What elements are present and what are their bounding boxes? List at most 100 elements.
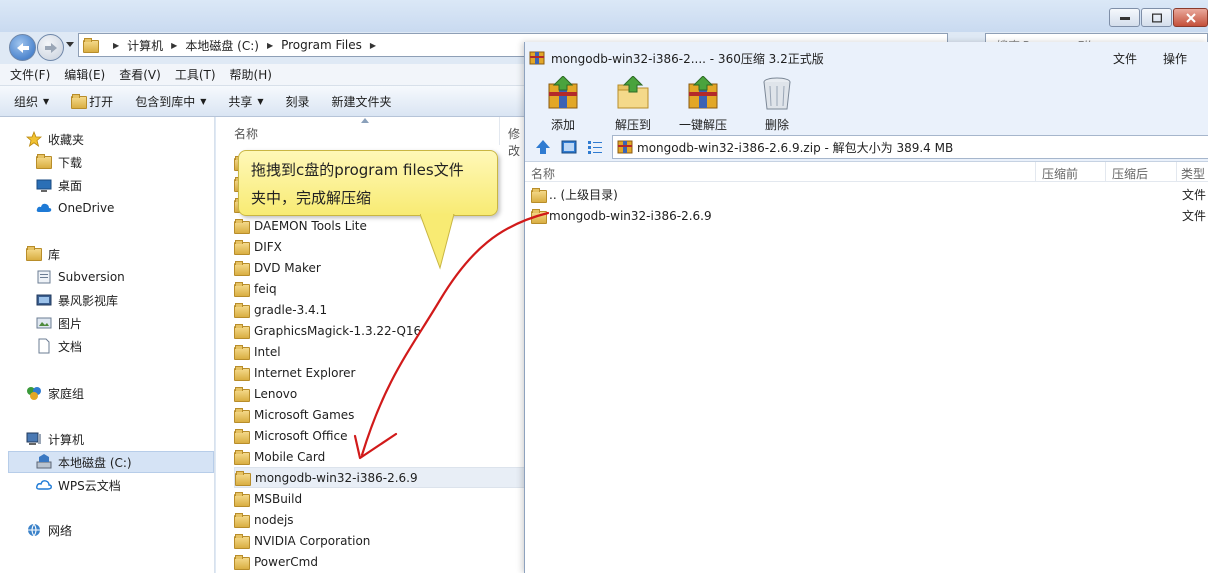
chevron-right-icon[interactable]: ▶	[113, 41, 119, 50]
zip-path-text: mongodb-win32-i386-2.6.9.zip - 解包大小为 389…	[637, 140, 954, 155]
list-item[interactable]: GraphicsMagick-1.3.22-Q1620	[234, 320, 538, 341]
list-item[interactable]: feiq20	[234, 278, 538, 299]
share-button[interactable]: 共享 ▼	[228, 93, 263, 110]
menu-help[interactable]: 帮助(H)	[230, 66, 272, 83]
nav-item-favorites[interactable]: 收藏夹	[26, 129, 84, 149]
nav-item-pictures[interactable]: 图片	[36, 313, 82, 333]
folder-icon	[234, 428, 250, 444]
zip-menu-operations[interactable]: 操作	[1163, 50, 1187, 67]
zip-column-type[interactable]: 类型	[1181, 165, 1205, 182]
list-item[interactable]: Lenovo20	[234, 383, 538, 404]
new-folder-button[interactable]: 新建文件夹	[332, 93, 392, 110]
list-item-name: NVIDIA Corporation	[254, 533, 371, 548]
nav-item-wps[interactable]: WPS云文档	[36, 475, 121, 495]
chevron-right-icon[interactable]: ▶	[370, 41, 376, 50]
library-icon	[26, 246, 42, 262]
nav-item-onedrive[interactable]: OneDrive	[36, 198, 114, 218]
breadcrumb-computer[interactable]: 计算机	[127, 37, 163, 54]
list-item[interactable]: DAEMON Tools Lite20	[234, 215, 538, 236]
list-item[interactable]: gradle-3.4.120	[234, 299, 538, 320]
burn-label: 刻录	[285, 94, 310, 109]
nav-item-homegroup[interactable]: 家庭组	[26, 383, 84, 403]
list-item[interactable]: Internet Explorer20	[234, 362, 538, 383]
organize-button[interactable]: 组织 ▼	[14, 93, 49, 110]
zip-column-compressed-after[interactable]: 压缩后	[1112, 165, 1148, 182]
nav-item-local-disk[interactable]: 本地磁盘 (C:)	[36, 452, 132, 472]
nav-item-libraries[interactable]: 库	[26, 244, 60, 264]
recent-pages-dropdown-icon[interactable]	[66, 42, 74, 48]
column-header-name[interactable]: 名称	[234, 125, 258, 142]
chevron-right-icon[interactable]: ▶	[267, 41, 273, 50]
maximize-button[interactable]	[1141, 8, 1172, 27]
list-item[interactable]: Intel20	[234, 341, 538, 362]
one-click-extract-button[interactable]: 一键解压	[679, 76, 727, 133]
extract-to-label: 解压到	[615, 118, 652, 132]
list-item-name: feiq	[254, 281, 277, 296]
zip-window: mongodb-win32-i386-2.... - 360压缩 3.2正式版 …	[524, 42, 1208, 573]
open-button[interactable]: 打开	[71, 93, 113, 110]
minimize-button[interactable]	[1109, 8, 1140, 27]
folder-icon	[234, 491, 250, 507]
nav-label: 家庭组	[48, 386, 85, 401]
include-in-library-button[interactable]: 包含到库中 ▼	[135, 93, 206, 110]
nav-label: Subversion	[58, 270, 125, 284]
menu-view[interactable]: 查看(V)	[119, 66, 161, 83]
list-view-icon[interactable]	[587, 139, 603, 155]
list-item[interactable]: DIFX20	[234, 236, 538, 257]
extract-to-button[interactable]: 解压到	[615, 76, 651, 133]
chevron-right-icon[interactable]: ▶	[171, 41, 177, 50]
list-item-selected[interactable]: mongodb-win32-i386-2.6.920	[234, 467, 539, 488]
add-button[interactable]: 添加	[545, 76, 581, 133]
zip-column-name[interactable]: 名称	[531, 165, 555, 182]
breadcrumb-local-disk[interactable]: 本地磁盘 (C:)	[185, 37, 259, 54]
nav-item-subversion[interactable]: Subversion	[36, 267, 125, 287]
list-item-name: Lenovo	[254, 386, 298, 401]
zip-list-item-parent[interactable]: .. (上级目录) 文件	[531, 184, 1208, 205]
column-divider[interactable]	[1105, 162, 1106, 182]
column-divider[interactable]	[1176, 162, 1177, 182]
thumbnail-view-icon[interactable]	[561, 139, 577, 155]
list-item[interactable]: DVD Maker20	[234, 257, 538, 278]
burn-button[interactable]: 刻录	[286, 93, 310, 110]
list-item[interactable]: Microsoft Office20	[234, 425, 538, 446]
include-in-library-label: 包含到库中	[135, 94, 196, 109]
zip-item-name: mongodb-win32-i386-2.6.9	[549, 208, 712, 223]
nav-item-baofeng[interactable]: 暴风影视库	[36, 290, 118, 310]
list-item[interactable]: nodejs20	[234, 509, 538, 530]
list-item[interactable]: PowerCmd20	[234, 551, 538, 572]
list-item[interactable]: Mobile Card20	[234, 446, 538, 467]
menu-edit[interactable]: 编辑(E)	[64, 66, 105, 83]
nav-item-desktop[interactable]: 桌面	[36, 175, 82, 195]
list-item[interactable]: Microsoft Games20	[234, 404, 538, 425]
desktop-icon	[36, 179, 52, 192]
list-item[interactable]: MSBuild20	[234, 488, 538, 509]
back-button[interactable]	[9, 34, 36, 61]
column-divider[interactable]	[1035, 162, 1036, 182]
nav-item-computer[interactable]: 计算机	[26, 429, 84, 449]
delete-button[interactable]: 删除	[759, 76, 795, 133]
nav-label: 本地磁盘 (C:)	[58, 455, 132, 470]
column-divider[interactable]	[499, 117, 500, 145]
folder-icon	[234, 218, 250, 234]
caret-down-icon: ▼	[257, 96, 264, 106]
folder-icon	[234, 554, 250, 570]
folder-icon	[234, 239, 250, 255]
zip-menu-file[interactable]: 文件	[1113, 50, 1137, 67]
list-item[interactable]: NVIDIA Corporation20	[234, 530, 538, 551]
menu-file[interactable]: 文件(F)	[10, 66, 50, 83]
zip-path-field[interactable]: mongodb-win32-i386-2.6.9.zip - 解包大小为 389…	[612, 135, 1208, 159]
nav-label: OneDrive	[58, 201, 115, 215]
nav-item-network[interactable]: 网络	[26, 520, 72, 540]
nav-label: 计算机	[48, 432, 85, 447]
breadcrumb-program-files[interactable]: Program Files	[281, 38, 362, 52]
arrow-up-icon[interactable]	[535, 139, 551, 155]
new-folder-label: 新建文件夹	[331, 94, 392, 109]
zip-list-item[interactable]: mongodb-win32-i386-2.6.9 文件	[531, 205, 1208, 226]
zip-column-compressed-before[interactable]: 压缩前	[1042, 165, 1078, 182]
list-item-name: DAEMON Tools Lite	[254, 218, 367, 233]
menu-tools[interactable]: 工具(T)	[175, 66, 216, 83]
forward-button[interactable]	[37, 34, 64, 61]
nav-item-downloads[interactable]: 下载	[36, 152, 82, 172]
close-button[interactable]	[1173, 8, 1208, 27]
nav-item-documents[interactable]: 文档	[36, 336, 82, 356]
